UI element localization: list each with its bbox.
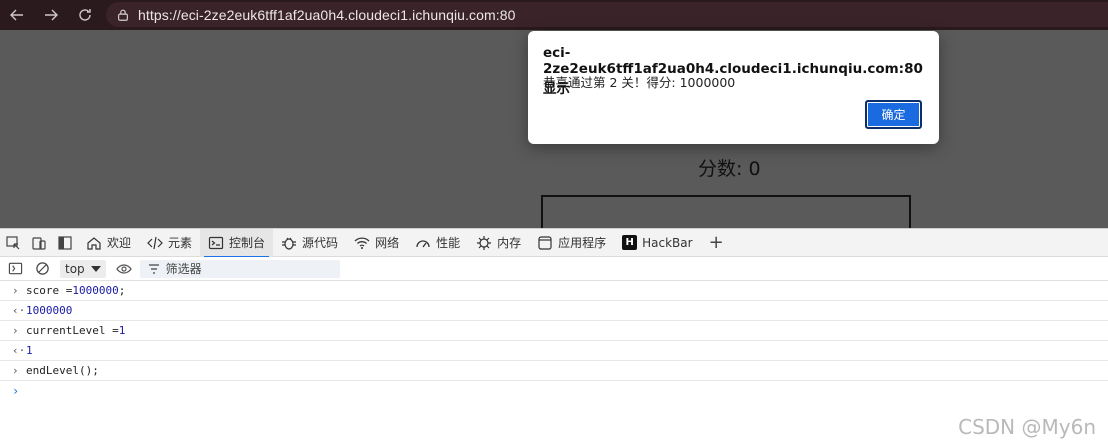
console-row: › score = 1000000; — [0, 281, 1108, 301]
console-row: ‹· 1 — [0, 341, 1108, 361]
console-output: 1000000 — [26, 304, 73, 317]
tab-welcome[interactable]: 欢迎 — [78, 229, 139, 257]
dock-side-icon[interactable] — [52, 229, 78, 257]
console-code: score = — [26, 284, 73, 297]
bug-icon — [282, 237, 297, 250]
console-code: currentLevel = — [26, 324, 119, 337]
alert-ok-button[interactable]: 确定 — [865, 100, 922, 129]
output-chevron-icon: ‹· — [12, 344, 26, 357]
tab-sources[interactable]: 源代码 — [273, 229, 346, 257]
prompt-chevron-icon: › — [12, 384, 20, 398]
arrow-right-icon — [45, 9, 58, 21]
input-chevron-icon: › — [12, 324, 19, 337]
tab-sources-label: 源代码 — [302, 236, 339, 250]
device-emulation-icon[interactable] — [26, 229, 52, 257]
inspect-element-icon[interactable] — [0, 229, 26, 257]
input-chevron-icon: › — [12, 284, 19, 297]
code-icon — [147, 236, 163, 249]
tab-hackbar-label: HackBar — [642, 235, 693, 250]
browser-toolbar: https://eci-2ze2euk6tff1af2ua0h4.cloudec… — [0, 0, 1108, 30]
gauge-icon — [416, 239, 430, 247]
alert-dialog: eci-2ze2euk6tff1af2ua0h4.cloudeci1.ichun… — [528, 31, 939, 144]
tab-elements-label: 元素 — [168, 236, 193, 250]
console-log[interactable]: › score = 1000000; ‹· 1000000 › currentL… — [0, 281, 1108, 448]
tab-memory-label: 内存 — [497, 236, 522, 250]
console-toolbar: top 筛选器 — [0, 257, 1108, 281]
arrow-left-icon — [10, 9, 23, 21]
forward-button[interactable] — [34, 0, 68, 30]
tab-welcome-label: 欢迎 — [107, 236, 132, 250]
context-select-value: top — [65, 261, 85, 276]
alert-message: 恭喜通过第 2 关！得分: 1000000 — [543, 75, 736, 90]
url-text[interactable]: https://eci-2ze2euk6tff1af2ua0h4.cloudec… — [138, 7, 516, 23]
tab-console-label: 控制台 — [229, 236, 266, 250]
console-number: 1000000 — [72, 284, 119, 297]
tab-performance-label: 性能 — [436, 236, 461, 250]
console-row: › currentLevel = 1 — [0, 321, 1108, 341]
console-row: › endLevel(); — [0, 361, 1108, 381]
console-output: 1 — [26, 344, 33, 357]
console-row: ‹· 1000000 — [0, 301, 1108, 321]
lock-icon[interactable] — [116, 8, 130, 22]
address-bar[interactable]: https://eci-2ze2euk6tff1af2ua0h4.cloudec… — [106, 2, 1108, 27]
console-code: endLevel(); — [26, 364, 99, 377]
tab-network[interactable]: 网络 — [346, 229, 407, 257]
output-chevron-icon: ‹· — [12, 304, 26, 317]
console-suffix: ; — [118, 284, 126, 297]
score-display: 分数: 0 — [698, 158, 761, 180]
tab-network-label: 网络 — [375, 236, 400, 250]
back-button[interactable] — [0, 0, 34, 30]
game-canvas[interactable] — [541, 195, 911, 228]
reload-button[interactable] — [68, 0, 102, 30]
caret-down-icon — [90, 265, 101, 272]
add-tab-button[interactable]: + — [701, 232, 732, 253]
sidebar-toggle-icon[interactable] — [3, 258, 27, 280]
console-icon — [208, 236, 224, 249]
tab-elements[interactable]: 元素 — [139, 229, 200, 257]
devtools-tabbar: 欢迎 元素 控制台 源代码 网络 性能 内存 应用程序 H HackBar + — [0, 228, 1108, 258]
input-chevron-icon: › — [12, 364, 19, 377]
reload-icon — [79, 9, 91, 21]
console-prompt[interactable]: › — [0, 381, 1108, 401]
watermark: CSDN @My6n — [958, 415, 1096, 439]
console-number: 1 — [118, 324, 126, 337]
live-expression-eye-icon[interactable] — [115, 261, 132, 277]
tab-console[interactable]: 控制台 — [200, 228, 274, 258]
filter-input[interactable]: 筛选器 — [139, 259, 340, 278]
context-select[interactable]: top — [60, 259, 106, 278]
application-icon — [538, 235, 552, 250]
tab-application[interactable]: 应用程序 — [529, 229, 614, 257]
filter-placeholder: 筛选器 — [165, 262, 202, 276]
hackbar-icon: H — [622, 235, 638, 250]
memory-chip-icon — [477, 235, 492, 250]
wifi-icon — [354, 236, 370, 249]
tab-performance[interactable]: 性能 — [407, 229, 468, 257]
filter-icon — [148, 263, 159, 274]
home-icon — [87, 236, 101, 250]
tab-application-label: 应用程序 — [558, 236, 607, 250]
clear-console-icon[interactable] — [30, 258, 54, 280]
tab-hackbar[interactable]: H HackBar — [614, 229, 700, 257]
tab-memory[interactable]: 内存 — [468, 229, 529, 257]
